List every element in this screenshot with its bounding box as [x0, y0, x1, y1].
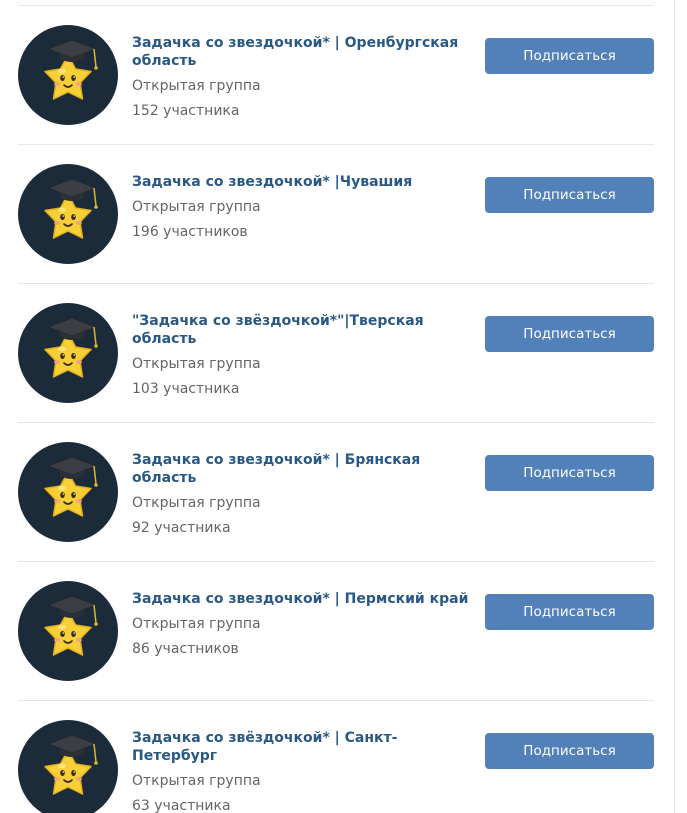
subscribe-button[interactable]: Подписаться	[485, 594, 654, 630]
group-member-count: 63 участника	[132, 798, 231, 813]
group-member-count: 103 участника	[132, 381, 240, 397]
group-type: Открытая группа	[132, 78, 261, 94]
group-avatar-star-icon[interactable]	[18, 442, 118, 542]
group-name-link[interactable]: "Задачка со звёздочкой*"|Тверская област…	[132, 312, 482, 348]
group-type: Открытая группа	[132, 199, 261, 215]
group-type: Открытая группа	[132, 773, 261, 789]
group-info: Задачка со звездочкой* | Брянская област…	[132, 451, 482, 537]
group-name-link[interactable]: Задачка со звездочкой* | Пермский край	[132, 590, 482, 608]
subscribe-button[interactable]: Подписаться	[485, 38, 654, 74]
group-type: Открытая группа	[132, 616, 261, 632]
subscribe-button[interactable]: Подписаться	[485, 316, 654, 352]
group-list-card: Задачка со звездочкой* | Оренбургская об…	[0, 0, 675, 813]
group-info: Задачка со звездочкой* | Оренбургская об…	[132, 34, 482, 120]
group-info: Задачка со звёздочкой* | Санкт-Петербург…	[132, 729, 482, 813]
group-avatar-star-icon[interactable]	[18, 303, 118, 403]
group-row: Задачка со звездочкой* |Чувашия Открытая …	[18, 144, 654, 283]
group-name-link[interactable]: Задачка со звездочкой* |Чувашия	[132, 173, 482, 191]
group-row: Задачка со звездочкой* | Брянская област…	[18, 422, 654, 561]
group-name-link[interactable]: Задачка со звездочкой* | Брянская област…	[132, 451, 482, 487]
group-member-count: 196 участников	[132, 224, 248, 240]
group-row: Задачка со звёздочкой* | Санкт-Петербург…	[18, 700, 654, 813]
group-row: Задачка со звездочкой* | Оренбургская об…	[18, 5, 654, 144]
group-avatar-star-icon[interactable]	[18, 720, 118, 813]
group-info: Задачка со звездочкой* |Чувашия Открытая …	[132, 173, 482, 241]
group-list: Задачка со звездочкой* | Оренбургская об…	[18, 5, 654, 813]
group-member-count: 152 участника	[132, 103, 240, 119]
group-row: Задачка со звездочкой* | Пермский край От…	[18, 561, 654, 700]
group-name-link[interactable]: Задачка со звёздочкой* | Санкт-Петербург	[132, 729, 482, 765]
group-avatar-star-icon[interactable]	[18, 25, 118, 125]
group-info: Задачка со звездочкой* | Пермский край От…	[132, 590, 482, 658]
group-name-link[interactable]: Задачка со звездочкой* | Оренбургская об…	[132, 34, 482, 70]
subscribe-button[interactable]: Подписаться	[485, 733, 654, 769]
group-info: "Задачка со звёздочкой*"|Тверская област…	[132, 312, 482, 398]
group-type: Открытая группа	[132, 356, 261, 372]
subscribe-button[interactable]: Подписаться	[485, 455, 654, 491]
group-member-count: 92 участника	[132, 520, 231, 536]
group-member-count: 86 участников	[132, 641, 239, 657]
group-type: Открытая группа	[132, 495, 261, 511]
group-avatar-star-icon[interactable]	[18, 164, 118, 264]
group-row: "Задачка со звёздочкой*"|Тверская област…	[18, 283, 654, 422]
group-avatar-star-icon[interactable]	[18, 581, 118, 681]
subscribe-button[interactable]: Подписаться	[485, 177, 654, 213]
